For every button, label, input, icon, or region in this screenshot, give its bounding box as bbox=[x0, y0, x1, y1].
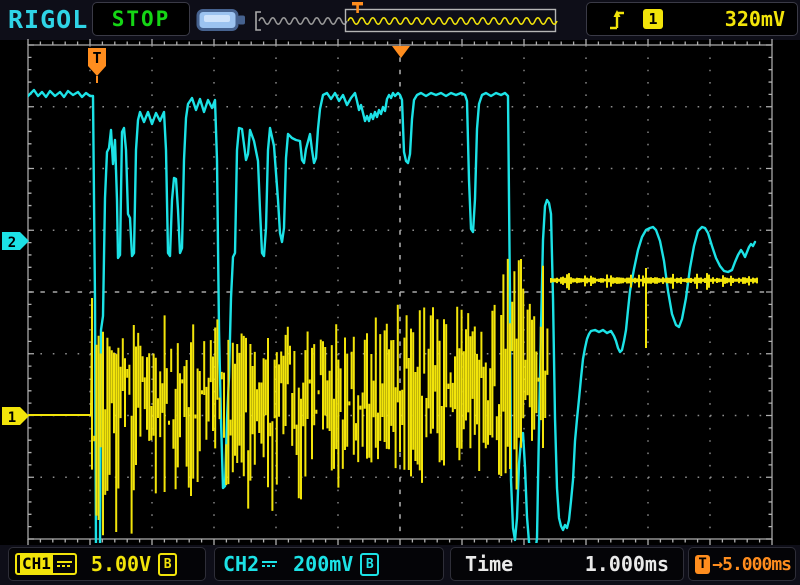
ch1-badge: CH1 bbox=[15, 553, 77, 575]
svg-text:2: 2 bbox=[8, 235, 16, 251]
trigger-level-value: 320mV bbox=[725, 7, 785, 31]
run-state-indicator: STOP bbox=[92, 2, 190, 36]
trigger-offset-badge: T bbox=[695, 555, 710, 574]
rising-edge-icon bbox=[607, 7, 627, 32]
ch2-status-box: CH2 200mV B bbox=[214, 547, 444, 581]
memory-strip-graphic bbox=[252, 1, 564, 37]
oscilloscope-screen: RIGOL STOP 1 320mV T 2 1 CH1 bbox=[0, 0, 800, 585]
timebase-status-box: Time 1.000ms bbox=[450, 547, 684, 581]
ch1-scale-value: 5.00V bbox=[91, 552, 151, 576]
ch1-status-box: CH1 5.00V B bbox=[8, 547, 206, 581]
svg-text:T: T bbox=[92, 49, 101, 67]
top-status-bar: RIGOL STOP 1 320mV bbox=[0, 0, 800, 40]
trigger-offset-value: →5.000ms bbox=[712, 554, 791, 575]
ch1-label: CH1 bbox=[20, 555, 53, 573]
bottom-status-bar: CH1 5.00V B CH2 200mV B Time 1.000ms T →… bbox=[0, 543, 800, 585]
ch2-scale-value: 200mV bbox=[293, 552, 353, 576]
ch2-label: CH2 bbox=[223, 552, 259, 576]
memory-waveform-strip bbox=[252, 1, 564, 37]
trigger-source-badge: 1 bbox=[643, 9, 663, 29]
run-state-label: STOP bbox=[112, 7, 171, 31]
timebase-label: Time bbox=[465, 552, 513, 576]
battery-icon bbox=[196, 7, 248, 33]
trigger-offset-box: T →5.000ms bbox=[688, 547, 796, 581]
brand-logo: RIGOL bbox=[8, 5, 88, 34]
ch1-bandwidth-badge: B bbox=[158, 553, 177, 576]
ch2-bandwidth-badge: B bbox=[360, 553, 379, 576]
ch1-coupling-icon bbox=[57, 561, 72, 567]
ch2-coupling-icon bbox=[262, 561, 277, 567]
trigger-status-box: 1 320mV bbox=[586, 2, 798, 36]
svg-text:1: 1 bbox=[8, 410, 16, 426]
waveform-display: T 2 1 bbox=[0, 0, 800, 585]
timebase-value: 1.000ms bbox=[585, 552, 669, 576]
